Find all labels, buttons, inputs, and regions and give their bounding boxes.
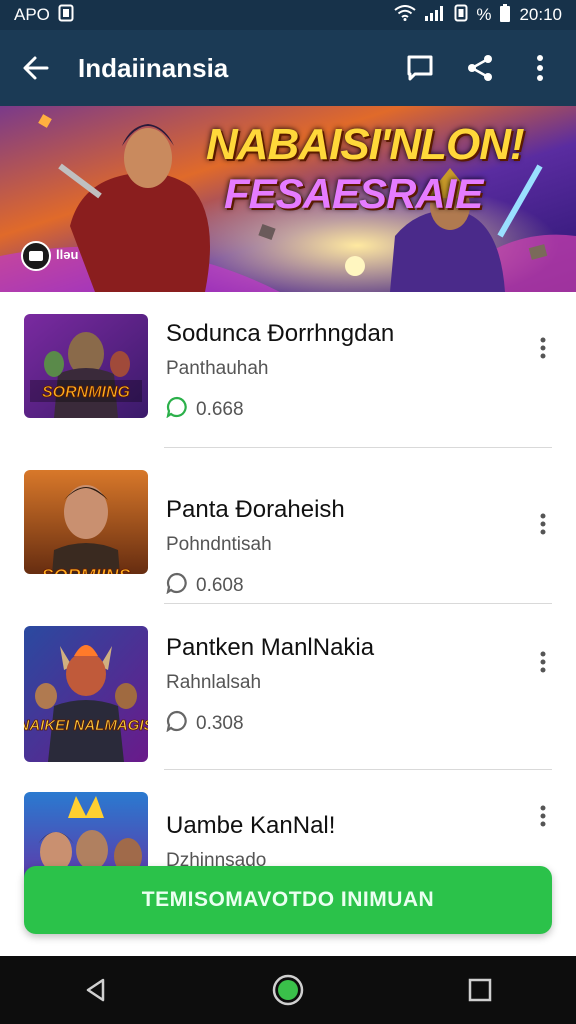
comment-count: 0.608 xyxy=(196,575,244,596)
battery-percent: % xyxy=(476,5,492,24)
signal-icon xyxy=(424,5,446,26)
thumbnail-title: SORMIINS xyxy=(41,566,130,574)
game-list: SORNMING Sodunca Đorrhngdan Panthauhah 0… xyxy=(0,292,576,926)
battery-icon xyxy=(499,3,511,27)
game-thumbnail: SORNMING xyxy=(24,314,148,418)
page-title: Indaiinansia xyxy=(78,52,229,83)
thumbnail-title: NAIKEI NALMAGIS xyxy=(24,717,148,734)
chat-icon[interactable] xyxy=(402,50,438,86)
list-item[interactable]: SORNMING Sodunca Đorrhngdan Panthauhah 0… xyxy=(0,292,576,448)
game-thumbnail: SORMIINS xyxy=(24,470,148,574)
back-arrow-icon[interactable] xyxy=(18,50,54,86)
wifi-icon xyxy=(394,4,416,26)
share-icon[interactable] xyxy=(462,50,498,86)
game-thumbnail: NAIKEI NALMAGIS xyxy=(24,626,148,762)
banner-badge-text: lləu xyxy=(56,247,79,262)
item-subtitle: Rahnlalsah xyxy=(166,672,262,693)
comment-count: 0.668 xyxy=(196,399,244,420)
item-more-icon[interactable] xyxy=(538,512,548,536)
item-more-icon[interactable] xyxy=(538,804,548,828)
nav-home-icon[interactable] xyxy=(258,960,318,1020)
comment-icon xyxy=(166,572,188,600)
comment-icon xyxy=(166,710,188,738)
nav-back-icon[interactable] xyxy=(66,960,126,1020)
comment-icon xyxy=(166,396,188,424)
list-item[interactable]: SORMIINS Panta Đoraheish Pohndntisah 0.6… xyxy=(0,448,576,604)
item-more-icon[interactable] xyxy=(538,336,548,360)
item-more-icon[interactable] xyxy=(538,650,548,674)
primary-action-button[interactable]: TEMISOMAVOTDO INIMUAN xyxy=(24,866,552,934)
status-bar: APO % 20:10 xyxy=(0,0,576,30)
status-left-text: APO xyxy=(14,5,50,24)
status-time: 20:10 xyxy=(519,5,562,24)
promo-banner[interactable]: NABAISI'NLON! FESAESRAIE lləu xyxy=(0,106,576,292)
item-title: Panta Đoraheish xyxy=(166,496,345,523)
system-nav-bar xyxy=(0,956,576,1024)
nav-recents-icon[interactable] xyxy=(450,960,510,1020)
overflow-menu-icon[interactable] xyxy=(522,50,558,86)
app-bar: Indaiinansia xyxy=(0,30,576,106)
thumbnail-title: SORNMING xyxy=(42,384,130,401)
banner-title-line2: FESAESRAIE xyxy=(224,170,483,217)
item-subtitle: Pohndntisah xyxy=(166,534,272,555)
item-title: Uambe KanNal! xyxy=(166,812,336,839)
item-title: Sodunca Đorrhngdan xyxy=(166,320,395,347)
comment-count: 0.308 xyxy=(196,713,244,734)
list-item[interactable]: NAIKEI NALMAGIS Pantken ManlNakia Rahnla… xyxy=(0,604,576,770)
item-title: Pantken ManlNakia xyxy=(166,634,375,661)
sim-icon xyxy=(58,4,74,27)
item-subtitle: Panthauhah xyxy=(166,358,269,379)
vibrate-icon xyxy=(454,4,468,27)
banner-title-line1: NABAISI'NLON! xyxy=(206,120,525,169)
